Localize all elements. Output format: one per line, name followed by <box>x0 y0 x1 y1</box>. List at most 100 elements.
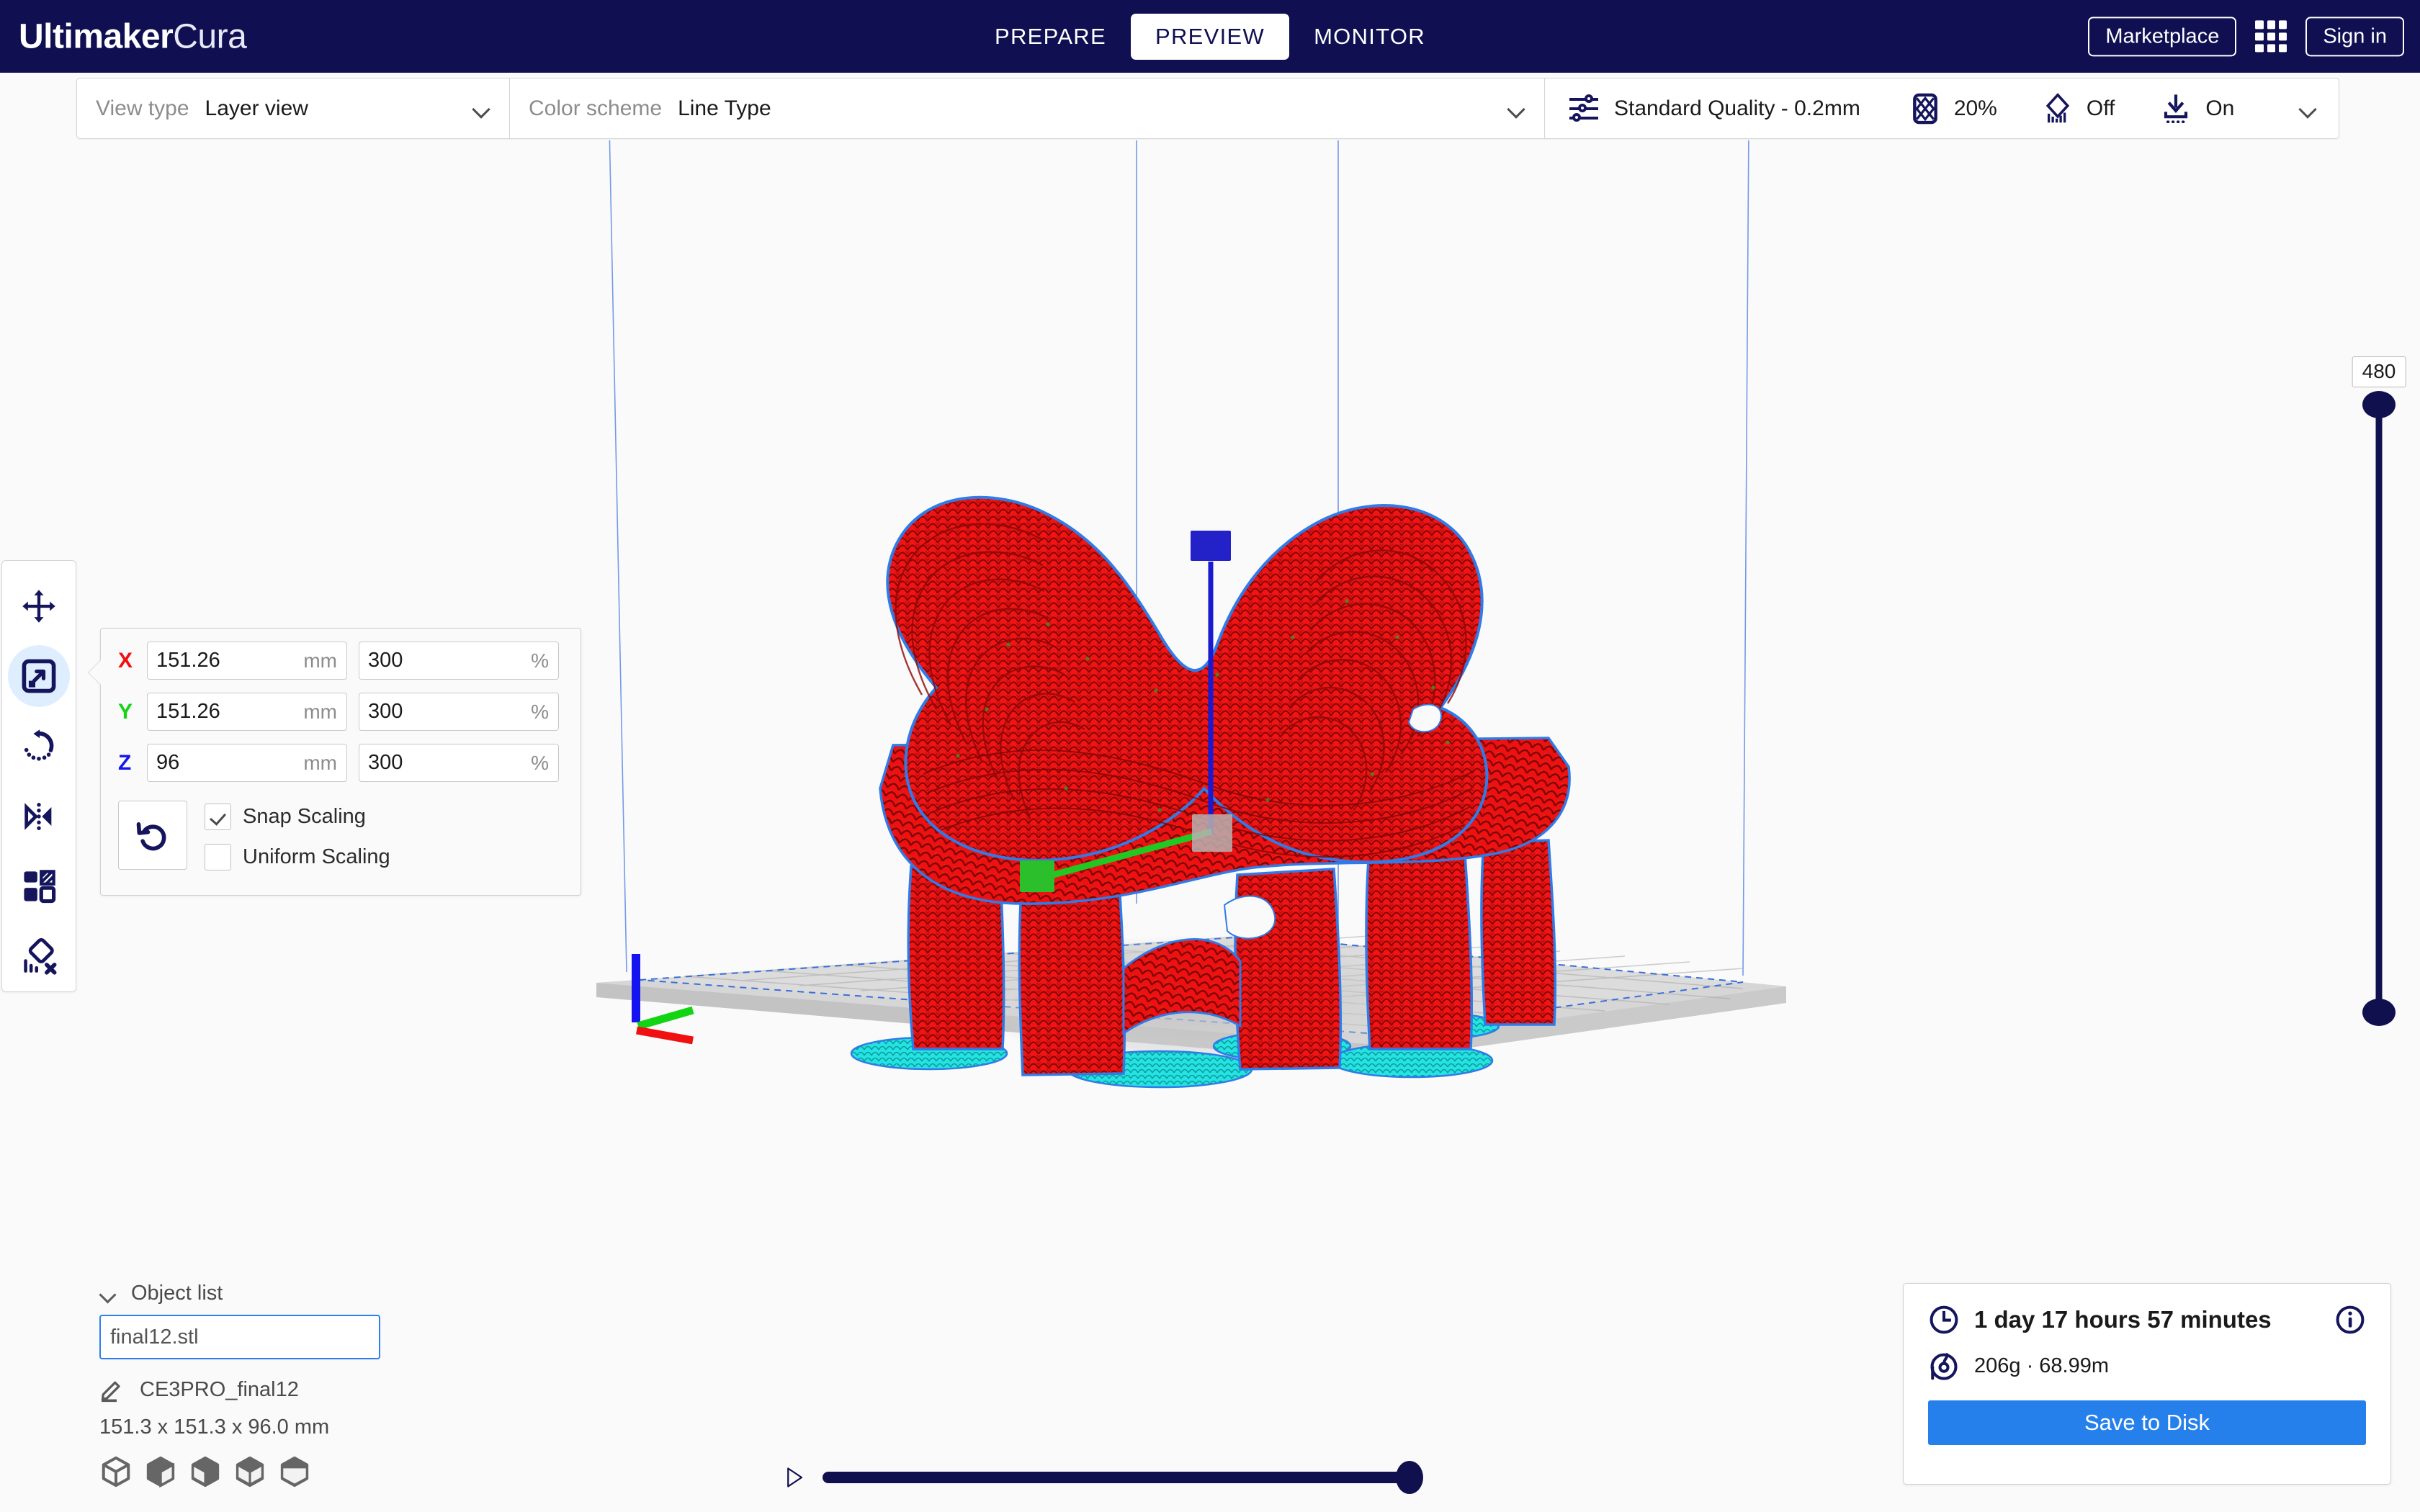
mirror-tool-button[interactable] <box>8 786 70 847</box>
scale-z-mm-input[interactable] <box>148 751 284 775</box>
scale-checkbox-group: Snap Scaling Uniform Scaling <box>205 801 390 870</box>
scale-options: Snap Scaling Uniform Scaling <box>101 801 581 870</box>
info-circle-icon[interactable] <box>2334 1304 2366 1336</box>
cube-wireframe-icon[interactable] <box>99 1455 133 1488</box>
move-tool-button[interactable] <box>8 575 70 636</box>
object-list-header[interactable]: Object list <box>99 1282 474 1305</box>
color-scheme-value: Line Type <box>678 96 771 120</box>
material-usage-row: 206g · 68.99m <box>1928 1350 2366 1382</box>
simulation-playback-bar <box>784 1461 1423 1494</box>
material-usage-label: 206g · 68.99m <box>1974 1354 2110 1377</box>
apps-grid-icon[interactable] <box>2255 20 2287 53</box>
mirror-icon <box>24 802 52 830</box>
print-profile-value: Standard Quality - 0.2mm <box>1614 96 1860 120</box>
layer-value-tooltip: 480 <box>2352 356 2406 387</box>
unit-mm-label: mm <box>303 700 337 723</box>
play-icon[interactable] <box>784 1464 805 1490</box>
pencil-icon <box>101 1381 120 1403</box>
sign-in-button[interactable]: Sign in <box>2305 16 2404 57</box>
object-list-title: Object list <box>131 1282 223 1305</box>
rotate-icon <box>24 729 54 761</box>
scale-row-z: Z mm % <box>101 744 581 782</box>
tab-prepare[interactable]: PREPARE <box>970 14 1131 60</box>
uniform-scaling-checkbox[interactable] <box>205 844 231 870</box>
scale-z-percent-field[interactable]: % <box>359 744 559 782</box>
color-scheme-dropdown[interactable]: Color scheme Line Type <box>510 78 1544 138</box>
cube-front-open-icon[interactable] <box>189 1455 222 1488</box>
axis-label-x: X <box>118 648 133 672</box>
playback-slider-track[interactable] <box>823 1461 1423 1494</box>
chevron-down-icon[interactable] <box>2300 103 2318 114</box>
scale-y-mm-field[interactable]: mm <box>147 693 347 731</box>
scale-x-percent-input[interactable] <box>359 649 496 672</box>
reset-scale-button[interactable] <box>118 801 187 870</box>
per-model-settings-icon <box>24 870 56 904</box>
per-model-settings-tool-button[interactable] <box>8 855 70 917</box>
cube-top-open-icon[interactable] <box>233 1455 266 1488</box>
header-actions: Marketplace Sign in <box>2088 16 2404 57</box>
snap-scaling-label: Snap Scaling <box>243 805 366 828</box>
unit-mm-label: mm <box>303 649 337 672</box>
scale-y-percent-input[interactable] <box>359 700 496 724</box>
adhesion-icon <box>2164 94 2188 123</box>
chevron-down-icon <box>473 103 492 114</box>
infill-icon <box>1912 93 1937 124</box>
app-header: UltimakerCura PREPARE PREVIEW MONITOR Ma… <box>0 0 2420 73</box>
infill-value: 20% <box>1953 96 1997 120</box>
chevron-down-icon <box>99 1289 118 1299</box>
support-blocker-tool-button[interactable] <box>8 926 70 987</box>
spool-icon <box>1930 1353 1958 1380</box>
view-type-dropdown[interactable]: View type Layer view <box>77 78 509 138</box>
scale-y-mm-input[interactable] <box>148 700 284 724</box>
layer-slider-upper-handle[interactable] <box>2362 391 2396 418</box>
print-time-estimate: 1 day 17 hours 57 minutes <box>1974 1306 2272 1333</box>
adhesion-value: On <box>2205 96 2235 120</box>
main-tabs: PREPARE PREVIEW MONITOR <box>970 0 1450 73</box>
tab-monitor[interactable]: MONITOR <box>1289 14 1450 60</box>
cura-application-window: UltimakerCura PREPARE PREVIEW MONITOR Ma… <box>0 0 2420 1512</box>
view-settings-toolbar: View type Layer view Color scheme Line T… <box>76 78 2339 139</box>
print-settings-sliders-icon <box>1569 94 1598 123</box>
save-to-disk-button[interactable]: Save to Disk <box>1928 1400 2366 1445</box>
support-blocker-icon <box>24 938 57 975</box>
printer-name-label: CE3PRO_final12 <box>140 1377 299 1401</box>
cube-solid-icon[interactable] <box>144 1455 177 1488</box>
playback-slider-handle[interactable] <box>1396 1461 1423 1494</box>
uniform-scaling-label: Uniform Scaling <box>243 845 390 868</box>
uniform-scaling-row[interactable]: Uniform Scaling <box>205 844 390 870</box>
scale-row-x: X mm % <box>101 642 581 680</box>
layer-slider-track[interactable] <box>2375 400 2383 1019</box>
object-name-field[interactable]: final12.stl <box>99 1315 380 1359</box>
support-value: Off <box>2086 96 2115 120</box>
scale-z-percent-input[interactable] <box>359 751 496 775</box>
unit-mm-label: mm <box>303 751 337 774</box>
move-arrows-icon <box>22 589 55 623</box>
scale-row-y: Y mm % <box>101 693 581 731</box>
unit-percent-label: % <box>531 649 549 672</box>
cube-half-icon[interactable] <box>278 1455 311 1488</box>
scale-tool-panel: X mm % Y mm % Z mm <box>100 628 581 896</box>
app-brand-logo: UltimakerCura <box>19 17 247 56</box>
view-mode-buttons <box>99 1455 474 1488</box>
tab-preview[interactable]: PREVIEW <box>1130 13 1290 60</box>
scale-y-percent-field[interactable]: % <box>359 693 559 731</box>
marketplace-button[interactable]: Marketplace <box>2088 16 2237 57</box>
scale-x-percent-field[interactable]: % <box>359 642 559 680</box>
print-settings-dropdown[interactable]: Standard Quality - 0.2mm 20% Off On <box>1545 78 2339 138</box>
unit-percent-label: % <box>531 751 549 774</box>
snap-scaling-checkbox[interactable] <box>205 804 231 830</box>
layer-range-slider[interactable]: 480 <box>2352 356 2406 1026</box>
layer-slider-lower-handle[interactable] <box>2362 999 2396 1026</box>
rotate-tool-button[interactable] <box>8 716 70 777</box>
axis-label-y: Y <box>118 699 133 724</box>
printer-name-row: CE3PRO_final12 <box>99 1377 474 1403</box>
scale-tool-button[interactable] <box>8 645 70 707</box>
scale-icon <box>22 659 56 693</box>
snap-scaling-row[interactable]: Snap Scaling <box>205 804 390 830</box>
scale-x-mm-field[interactable]: mm <box>147 642 347 680</box>
scale-x-mm-input[interactable] <box>148 649 284 672</box>
clock-icon <box>1930 1305 1958 1334</box>
scale-z-mm-field[interactable]: mm <box>147 744 347 782</box>
brand-bold-text: Ultimaker <box>19 17 174 55</box>
print-info-card: 1 day 17 hours 57 minutes 206g · 68.99m … <box>1903 1283 2391 1485</box>
